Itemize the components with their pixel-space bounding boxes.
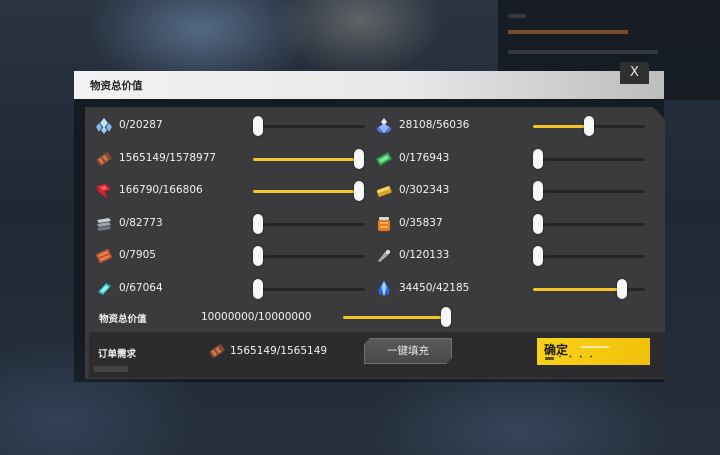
slider-thumb[interactable]: [533, 214, 543, 234]
slider-fill: [253, 190, 359, 193]
slider-thumb[interactable]: [441, 307, 451, 327]
gray-tool-icon: [375, 247, 393, 265]
resource-row: 34450/42185: [375, 278, 525, 300]
resource-row: 1565149/1578977: [95, 148, 245, 170]
resource-slider[interactable]: [533, 278, 645, 300]
resource-slider[interactable]: [253, 213, 365, 235]
resource-row: 28108/56036: [375, 115, 525, 137]
slider-thumb[interactable]: [617, 279, 627, 299]
cyan-shard-icon: [95, 280, 113, 298]
slider-track: [533, 223, 645, 226]
resource-row: 166790/166806: [95, 180, 245, 202]
background-decoration: [508, 30, 628, 34]
order-decoration: [94, 366, 128, 372]
green-chip-icon: [375, 150, 393, 168]
confirm-button[interactable]: 确定 • • • •: [537, 338, 650, 365]
slider-thumb[interactable]: [584, 116, 594, 136]
slider-fill: [533, 288, 622, 291]
resource-value: 0/176943: [399, 152, 450, 164]
order-demand-value: 1565149/1565149: [230, 345, 328, 357]
red-arrow-material-icon: [95, 182, 113, 200]
purple-blue-crystal-icon: [375, 117, 393, 135]
resource-slider[interactable]: [533, 245, 645, 267]
dialog-title: 物资总价值: [90, 80, 143, 92]
slider-fill: [253, 158, 359, 161]
slider-thumb[interactable]: [533, 149, 543, 169]
resource-value: 0/302343: [399, 184, 450, 196]
red-brick-material-icon: [95, 247, 113, 265]
slider-thumb[interactable]: [354, 149, 364, 169]
resource-value: 0/67064: [119, 282, 163, 294]
resource-slider[interactable]: [253, 148, 365, 170]
resource-slider[interactable]: [533, 115, 645, 137]
resource-row: 0/302343: [375, 180, 525, 202]
slider-thumb[interactable]: [253, 214, 263, 234]
brown-material-icon: [95, 150, 113, 168]
dialog-header: 物资总价值: [74, 71, 664, 99]
total-value-amount: 10000000/10000000: [201, 311, 312, 323]
slider-thumb[interactable]: [354, 181, 364, 201]
close-button[interactable]: X: [620, 62, 649, 84]
resource-slider[interactable]: [253, 245, 365, 267]
slider-track: [253, 223, 365, 226]
slider-thumb[interactable]: [253, 246, 263, 266]
slider-track: [533, 255, 645, 258]
resource-slider[interactable]: [253, 278, 365, 300]
slider-fill: [343, 316, 446, 319]
resource-value: 166790/166806: [119, 184, 203, 196]
resource-value: 1565149/1578977: [119, 152, 217, 164]
resource-value: 28108/56036: [399, 119, 470, 131]
resource-value: 0/82773: [119, 217, 163, 229]
slider-track: [253, 255, 365, 258]
blue-crystal-cluster-icon: [95, 117, 113, 135]
confirm-decoration: [545, 357, 554, 360]
resource-slider[interactable]: [533, 180, 645, 202]
resource-slider[interactable]: [253, 115, 365, 137]
resource-row: 0/20287: [95, 115, 245, 137]
slider-track: [533, 158, 645, 161]
slider-thumb[interactable]: [533, 246, 543, 266]
resource-value: 0/20287: [119, 119, 163, 131]
brown-material-icon: [208, 342, 226, 360]
resource-row: 0/7905: [95, 245, 245, 267]
metal-plates-icon: [95, 215, 113, 233]
total-value-slider[interactable]: [343, 306, 451, 328]
background-decoration: [508, 50, 658, 54]
resource-row: 0/67064: [95, 278, 245, 300]
resource-value: 0/35837: [399, 217, 443, 229]
resource-slider[interactable]: [253, 180, 365, 202]
total-value-label: 物资总价值: [99, 314, 147, 325]
resource-slider[interactable]: [533, 213, 645, 235]
auto-fill-button[interactable]: 一键填充: [364, 338, 452, 364]
background-decoration: [508, 14, 526, 18]
orange-canister-icon: [375, 215, 393, 233]
resource-row: 0/120133: [375, 245, 525, 267]
confirm-decoration: • • • •: [558, 353, 596, 361]
resource-value: 0/7905: [119, 249, 156, 261]
resource-row: 0/35837: [375, 213, 525, 235]
confirm-decoration: [580, 346, 610, 348]
resource-value: 34450/42185: [399, 282, 470, 294]
slider-track: [533, 190, 645, 193]
resource-row: 0/176943: [375, 148, 525, 170]
slider-fill: [533, 125, 589, 128]
resource-row: 0/82773: [95, 213, 245, 235]
resource-slider[interactable]: [533, 148, 645, 170]
slider-thumb[interactable]: [253, 279, 263, 299]
gold-bar-icon: [375, 182, 393, 200]
slider-thumb[interactable]: [533, 181, 543, 201]
slider-track: [253, 125, 365, 128]
blue-crystal-icon: [375, 280, 393, 298]
slider-thumb[interactable]: [253, 116, 263, 136]
resource-value: 0/120133: [399, 249, 450, 261]
slider-track: [253, 288, 365, 291]
order-demand-label: 订单需求: [98, 349, 137, 360]
